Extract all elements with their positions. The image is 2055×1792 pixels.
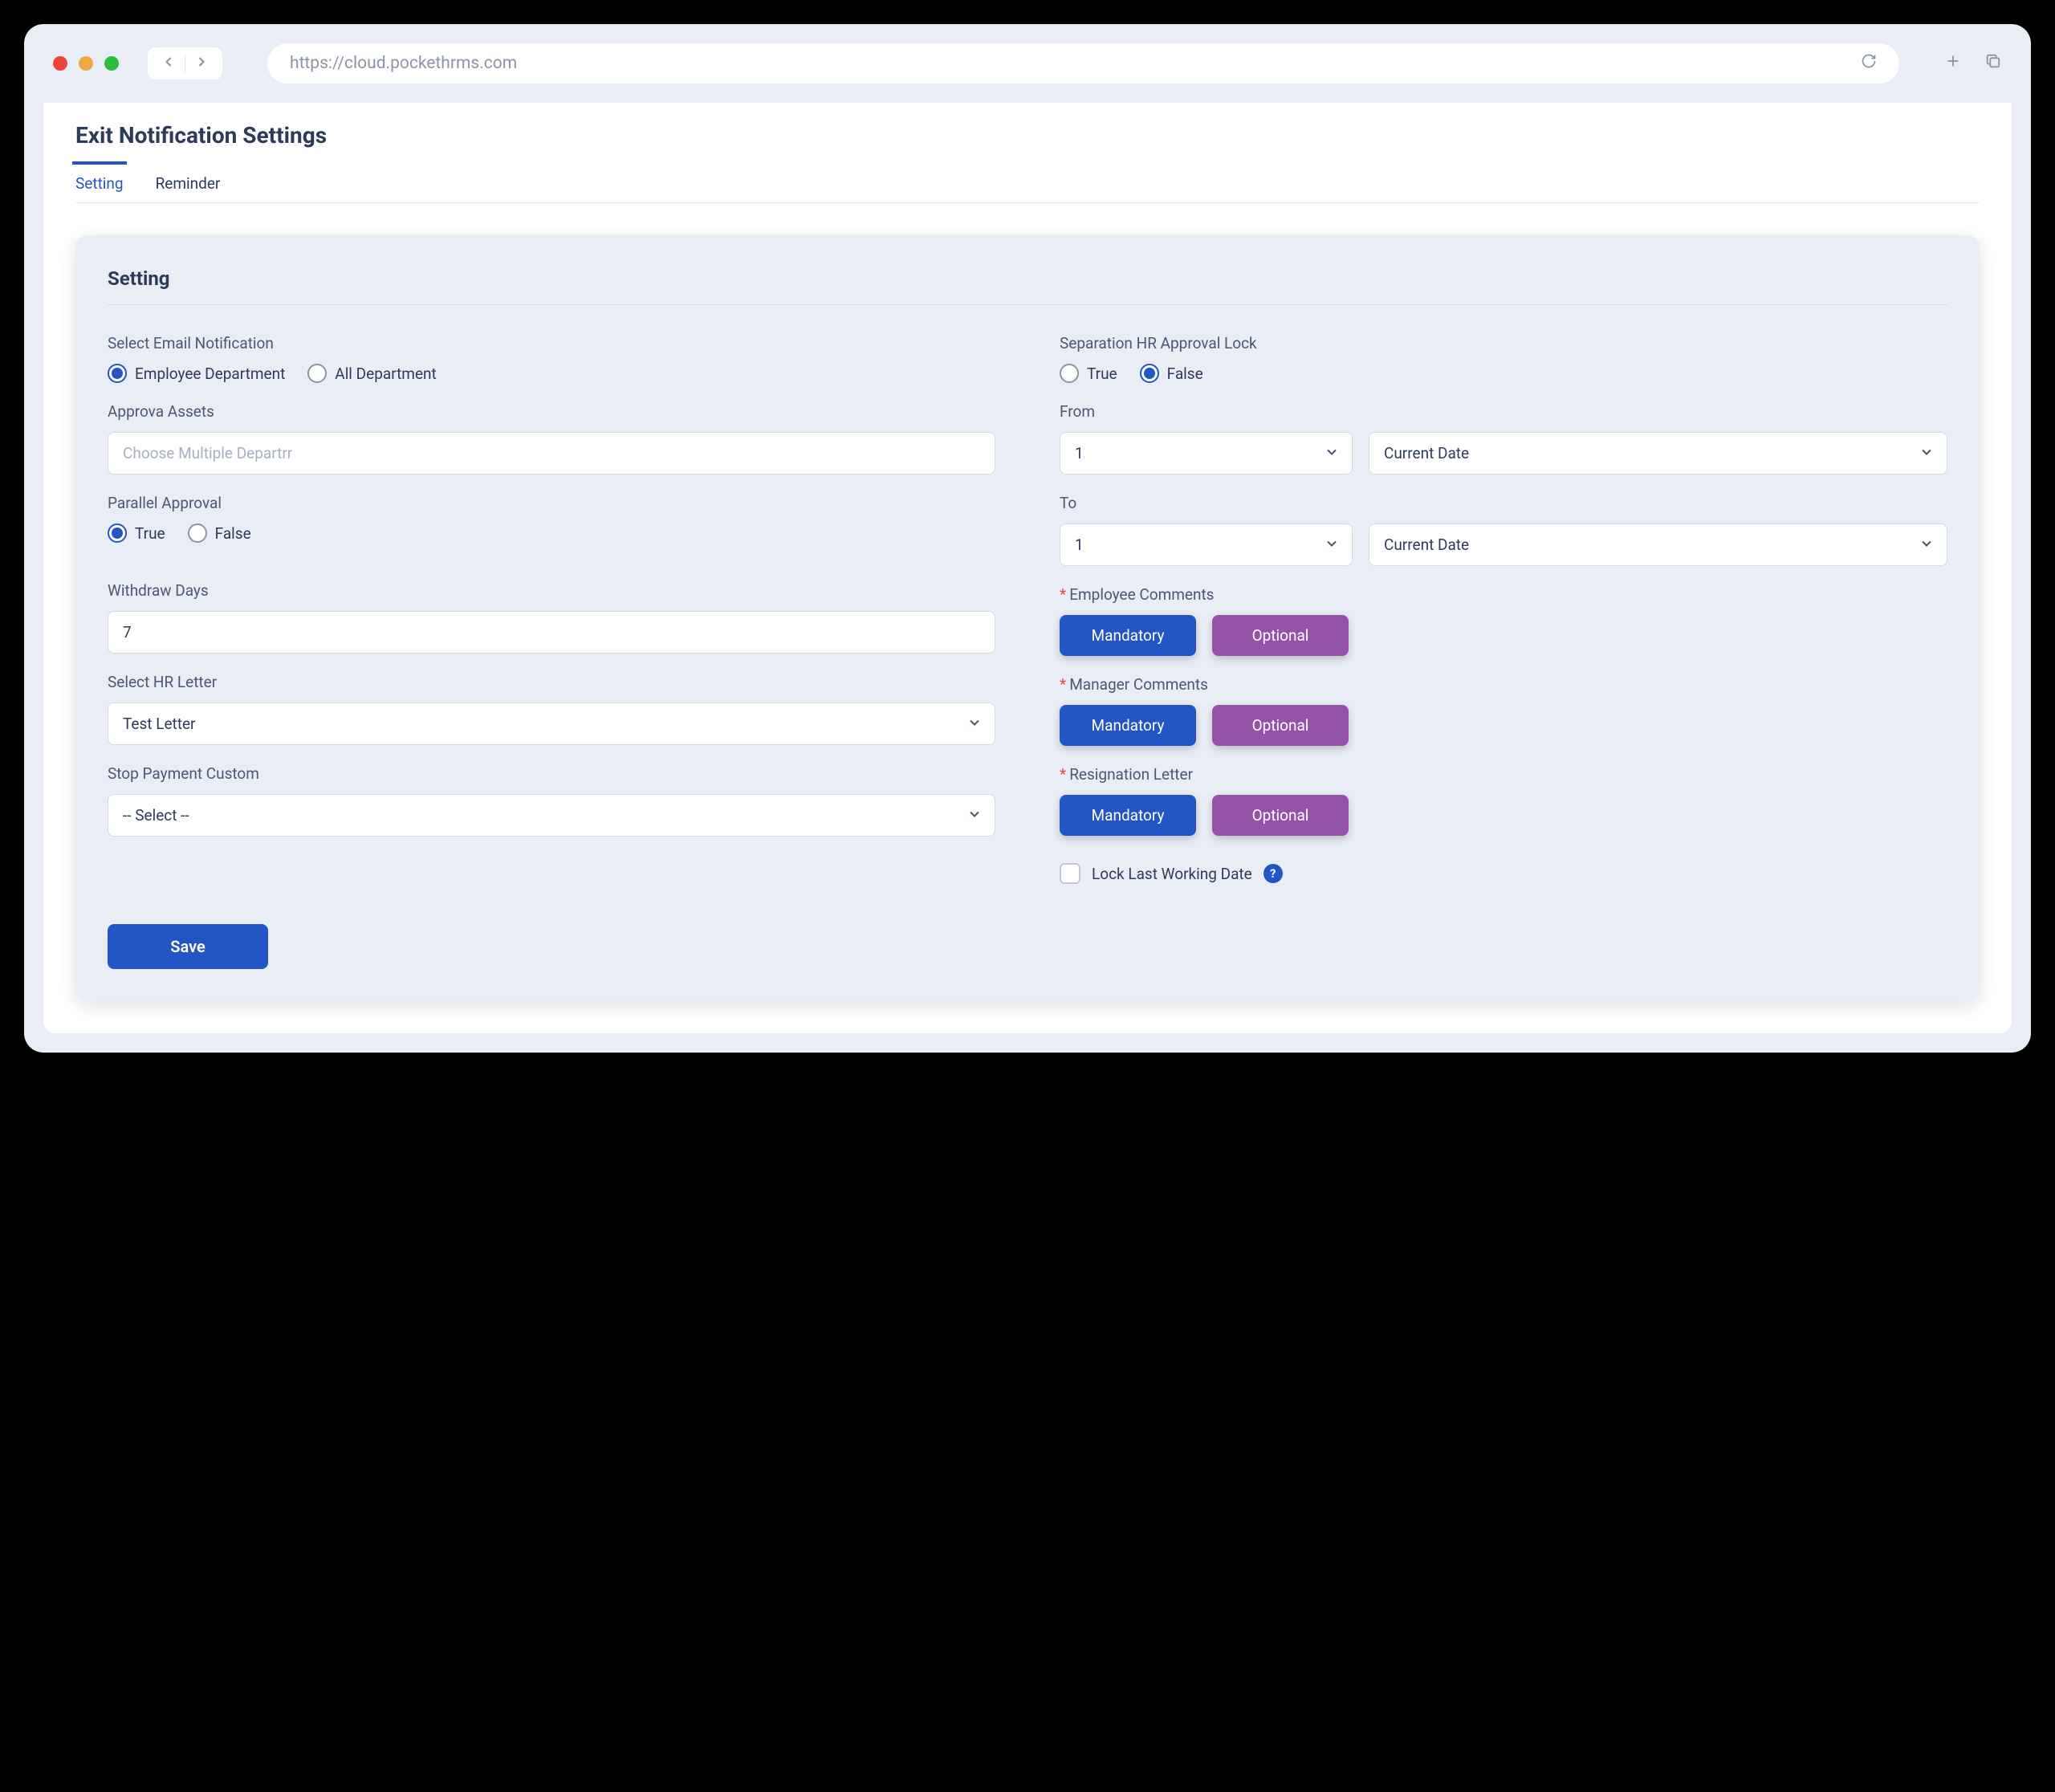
select-stop-payment[interactable]: -- Select -- (108, 794, 995, 837)
select-to-date[interactable]: Current Date (1369, 523, 1947, 566)
select-from-date[interactable]: Current Date (1369, 432, 1947, 474)
radio-group-approval-lock: True False (1060, 364, 1947, 383)
field-manager-comments: *Manager Comments Mandatory Optional (1060, 675, 1947, 746)
browser-actions (1944, 52, 2002, 75)
radio-icon (108, 364, 127, 383)
field-from: From 1 Current Date (1060, 402, 1947, 474)
label-resignation-letter: *Resignation Letter (1060, 765, 1947, 784)
label-withdraw-days: Withdraw Days (108, 581, 995, 600)
radio-label: True (1087, 365, 1117, 383)
forward-button[interactable] (190, 54, 213, 73)
nav-button-group (148, 47, 222, 79)
radio-group-email-notification: Employee Department All Department (108, 364, 995, 383)
field-approval-lock: Separation HR Approval Lock True False (1060, 334, 1947, 383)
field-email-notification: Select Email Notification Employee Depar… (108, 334, 995, 383)
label-hr-letter: Select HR Letter (108, 673, 995, 691)
field-withdraw-days: Withdraw Days (108, 581, 995, 654)
maximize-window-icon[interactable] (104, 56, 119, 71)
browser-chrome: https://cloud.pockethrms.com (24, 24, 2031, 103)
help-icon[interactable]: ? (1264, 864, 1283, 883)
radio-icon (108, 523, 127, 543)
radio-parallel-true[interactable]: True (108, 523, 165, 543)
label-parallel-approval: Parallel Approval (108, 494, 995, 512)
right-column: Separation HR Approval Lock True False (1060, 334, 1947, 884)
btn-employee-mandatory[interactable]: Mandatory (1060, 615, 1196, 656)
label-from: From (1060, 402, 1947, 421)
left-column: Select Email Notification Employee Depar… (108, 334, 995, 884)
close-window-icon[interactable] (53, 56, 67, 71)
input-approva-assets[interactable] (108, 432, 995, 474)
reload-icon[interactable] (1861, 53, 1877, 74)
radio-icon (307, 364, 327, 383)
radio-label: False (1167, 365, 1203, 383)
radio-lock-false[interactable]: False (1140, 364, 1203, 383)
save-button[interactable]: Save (108, 924, 268, 969)
radio-icon (188, 523, 207, 543)
label-employee-comments: *Employee Comments (1060, 585, 1947, 604)
radio-label: All Department (335, 365, 436, 383)
field-parallel-approval: Parallel Approval True False (108, 494, 995, 543)
label-lock-last-working: Lock Last Working Date (1092, 865, 1252, 883)
tab-reminder[interactable]: Reminder (156, 165, 221, 202)
radio-label: Employee Department (135, 365, 285, 383)
radio-group-parallel-approval: True False (108, 523, 995, 543)
field-stop-payment: Stop Payment Custom -- Select -- (108, 764, 995, 837)
select-hr-letter[interactable]: Test Letter (108, 703, 995, 745)
field-employee-comments: *Employee Comments Mandatory Optional (1060, 585, 1947, 656)
radio-icon (1140, 364, 1159, 383)
label-to: To (1060, 494, 1947, 512)
input-withdraw-days[interactable] (108, 611, 995, 654)
label-email-notification: Select Email Notification (108, 334, 995, 352)
btn-resignation-optional[interactable]: Optional (1212, 795, 1349, 836)
select-to-num[interactable]: 1 (1060, 523, 1353, 566)
page-content: Exit Notification Settings Setting Remin… (43, 103, 2012, 1033)
radio-lock-true[interactable]: True (1060, 364, 1117, 383)
card-title: Setting (108, 267, 1947, 305)
form-grid: Select Email Notification Employee Depar… (108, 334, 1947, 884)
radio-label: True (135, 524, 165, 543)
copy-icon[interactable] (1984, 52, 2002, 75)
page-title: Exit Notification Settings (75, 122, 1980, 149)
back-button[interactable] (157, 54, 180, 73)
minimize-window-icon[interactable] (79, 56, 93, 71)
radio-parallel-false[interactable]: False (188, 523, 251, 543)
checkbox-lock-last-working[interactable] (1060, 863, 1080, 884)
radio-all-department[interactable]: All Department (307, 364, 436, 383)
radio-icon (1060, 364, 1079, 383)
browser-window: https://cloud.pockethrms.com Exit Notifi… (24, 24, 2031, 1053)
field-resignation-letter: *Resignation Letter Mandatory Optional (1060, 765, 1947, 836)
tabs: Setting Reminder (75, 165, 1980, 203)
btn-employee-optional[interactable]: Optional (1212, 615, 1349, 656)
label-approva-assets: Approva Assets (108, 402, 995, 421)
url-bar[interactable]: https://cloud.pockethrms.com (267, 43, 1899, 83)
new-tab-icon[interactable] (1944, 52, 1962, 75)
traffic-lights (53, 56, 119, 71)
label-stop-payment: Stop Payment Custom (108, 764, 995, 783)
tab-setting[interactable]: Setting (75, 165, 124, 202)
field-lock-last-working: Lock Last Working Date ? (1060, 863, 1947, 884)
btn-resignation-mandatory[interactable]: Mandatory (1060, 795, 1196, 836)
radio-label: False (215, 524, 251, 543)
settings-card: Setting Select Email Notification Employ… (75, 235, 1980, 1001)
label-manager-comments: *Manager Comments (1060, 675, 1947, 694)
btn-manager-mandatory[interactable]: Mandatory (1060, 705, 1196, 746)
radio-employee-department[interactable]: Employee Department (108, 364, 285, 383)
select-from-num[interactable]: 1 (1060, 432, 1353, 474)
field-approva-assets: Approva Assets (108, 402, 995, 474)
field-to: To 1 Current Date (1060, 494, 1947, 566)
btn-manager-optional[interactable]: Optional (1212, 705, 1349, 746)
field-hr-letter: Select HR Letter Test Letter (108, 673, 995, 745)
url-text: https://cloud.pockethrms.com (290, 54, 517, 73)
label-approval-lock: Separation HR Approval Lock (1060, 334, 1947, 352)
